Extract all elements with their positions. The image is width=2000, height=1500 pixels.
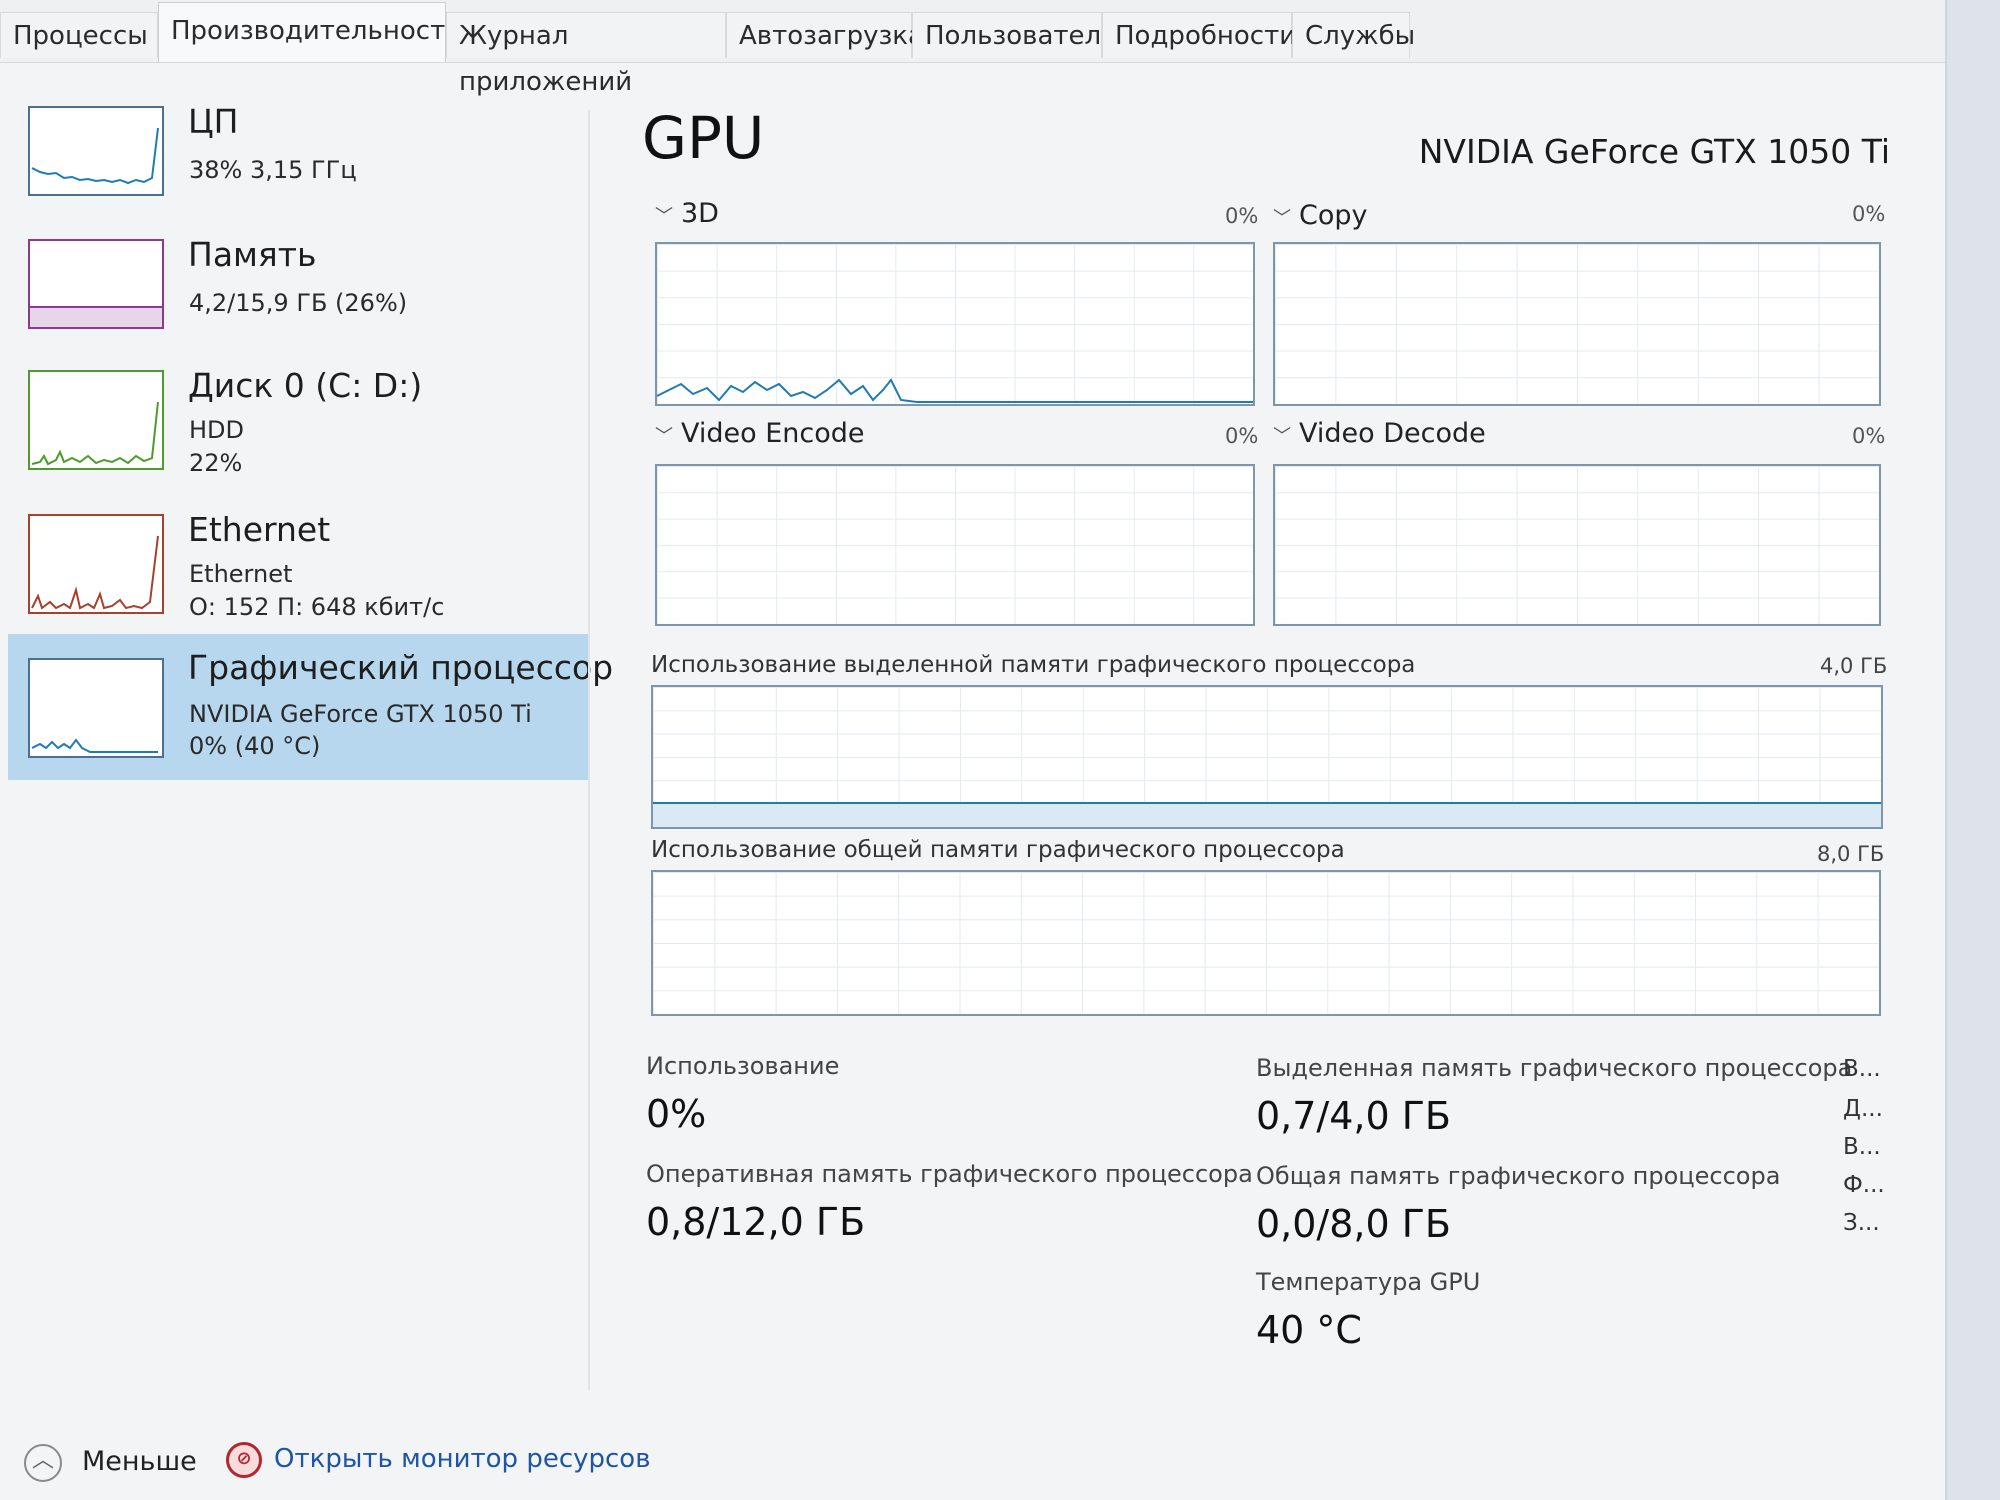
memory-thumbnail-graph [28,239,164,329]
sidebar-item-title: Память [188,235,317,274]
cpu-thumbnail-graph [28,106,164,196]
engine-dropdown-3d[interactable]: ﹀ 3D [655,198,719,229]
usage-label: Использование [646,1052,840,1080]
engine-percent: 0% [1852,202,1886,226]
sidebar-item-cpu[interactable]: ЦП 38% 3,15 ГГц [8,92,588,222]
tab-details[interactable]: Подробности [1102,12,1296,58]
sidebar-item-detail: 4,2/15,9 ГБ (26%) [189,289,408,317]
engine-dropdown-copy[interactable]: ﹀ Copy [1273,200,1368,231]
sidebar-item-disk[interactable]: Диск 0 (C: D:) HDD 22% [8,356,588,486]
dedicated-memory-label: Выделенная память графического процессор… [1256,1054,1853,1082]
shared-memory-graph-label: Использование общей памяти графического … [651,837,1345,863]
tab-bar: Процессы Производительность Журнал прило… [0,0,1945,97]
sidebar-item-title: ЦП [188,102,239,141]
engine-graph-3d [655,242,1255,406]
dedicated-memory-max: 4,0 ГБ [1820,654,1888,678]
gpu-ram-value: 0,8/12,0 ГБ [646,1200,866,1244]
truncated-label: Ф... [1843,1172,1885,1198]
sidebar-item-detail: NVIDIA GeForce GTX 1050 Ti [189,700,532,728]
gpu-thumbnail-graph [28,658,164,758]
sidebar-item-title: Диск 0 (C: D:) [188,366,423,405]
engine-dropdown-video-decode[interactable]: ﹀ Video Decode [1273,418,1486,449]
gpu-device-name: NVIDIA GeForce GTX 1050 Ti [1418,132,1890,171]
background-window-edge [1945,0,2000,1500]
performance-sidebar: ЦП 38% 3,15 ГГц Память 4,2/15,9 ГБ (26%)… [0,62,613,1392]
engine-dropdown-video-encode[interactable]: ﹀ Video Encode [655,418,865,449]
sidebar-item-detail: Ethernet [189,560,293,588]
gpu-temperature-value: 40 °C [1256,1308,1362,1352]
engine-percent: 0% [1225,424,1259,448]
sidebar-item-title: Ethernet [188,510,331,549]
truncated-label: Д... [1843,1096,1883,1122]
engine-graph-video-encode [655,464,1255,626]
sidebar-item-detail: 38% 3,15 ГГц [189,156,357,184]
gpu-ram-label: Оперативная память графического процессо… [646,1160,1253,1188]
engine-percent: 0% [1852,424,1886,448]
sidebar-item-title: Графический процессор [188,648,614,687]
footer-bar: ︿ Меньше ⊘ Открыть монитор ресурсов [0,1420,1945,1500]
shared-memory-graph [651,870,1881,1016]
dedicated-memory-graph-label: Использование выделенной памяти графичес… [651,652,1416,678]
shared-memory-value: 0,0/8,0 ГБ [1256,1202,1451,1246]
chevron-down-icon: ﹀ [655,426,673,447]
sidebar-item-ethernet[interactable]: Ethernet Ethernet О: 152 П: 648 кбит/с [8,500,588,630]
fewer-details-button[interactable]: Меньше [82,1446,197,1477]
tab-startup[interactable]: Автозагрузка [726,12,924,58]
usage-value: 0% [646,1092,707,1136]
shared-memory-max: 8,0 ГБ [1817,842,1885,866]
sidebar-item-detail: О: 152 П: 648 кбит/с [189,593,445,621]
truncated-label: В... [1843,1134,1881,1160]
resource-monitor-icon[interactable]: ⊘ [226,1442,262,1478]
chevron-down-icon: ﹀ [1273,426,1291,447]
tab-performance[interactable]: Производительность [158,2,461,62]
engine-graph-video-decode [1273,464,1881,626]
sidebar-item-detail: HDD [189,416,245,444]
truncated-label: З... [1843,1210,1880,1236]
gpu-temperature-label: Температура GPU [1256,1268,1481,1296]
dedicated-memory-value: 0,7/4,0 ГБ [1256,1094,1451,1138]
chevron-down-icon: ﹀ [1273,208,1291,229]
tab-processes[interactable]: Процессы [0,12,158,58]
gpu-details-panel: GPU NVIDIA GeForce GTX 1050 Ti ﹀ 3D 0% ﹀ C… [640,62,1890,1392]
tab-users[interactable]: Пользователи [912,12,1118,58]
ethernet-thumbnail-graph [28,514,164,614]
sidebar-item-gpu[interactable]: Графический процессор NVIDIA GeForce GTX… [8,634,613,780]
task-manager-window: Процессы Производительность Журнал прило… [0,0,1945,1500]
sidebar-item-detail: 0% (40 °C) [189,732,321,760]
tab-services[interactable]: Службы [1292,12,1415,58]
engine-percent: 0% [1225,204,1259,228]
tab-app-history[interactable]: Журнал приложений [446,12,726,97]
dedicated-memory-graph [651,685,1883,829]
engine-graph-copy [1273,242,1881,406]
open-resource-monitor-link[interactable]: Открыть монитор ресурсов [274,1444,651,1474]
chevron-down-icon: ﹀ [655,206,673,227]
sidebar-divider [588,110,590,1390]
shared-memory-label: Общая память графического процессора [1256,1162,1781,1190]
truncated-label: В... [1843,1056,1881,1082]
sidebar-item-detail: 22% [189,449,243,477]
sidebar-item-memory[interactable]: Память 4,2/15,9 ГБ (26%) [8,225,588,355]
disk-thumbnail-graph [28,370,164,470]
chevron-up-icon[interactable]: ︿ [24,1444,62,1482]
page-title: GPU [642,104,765,172]
